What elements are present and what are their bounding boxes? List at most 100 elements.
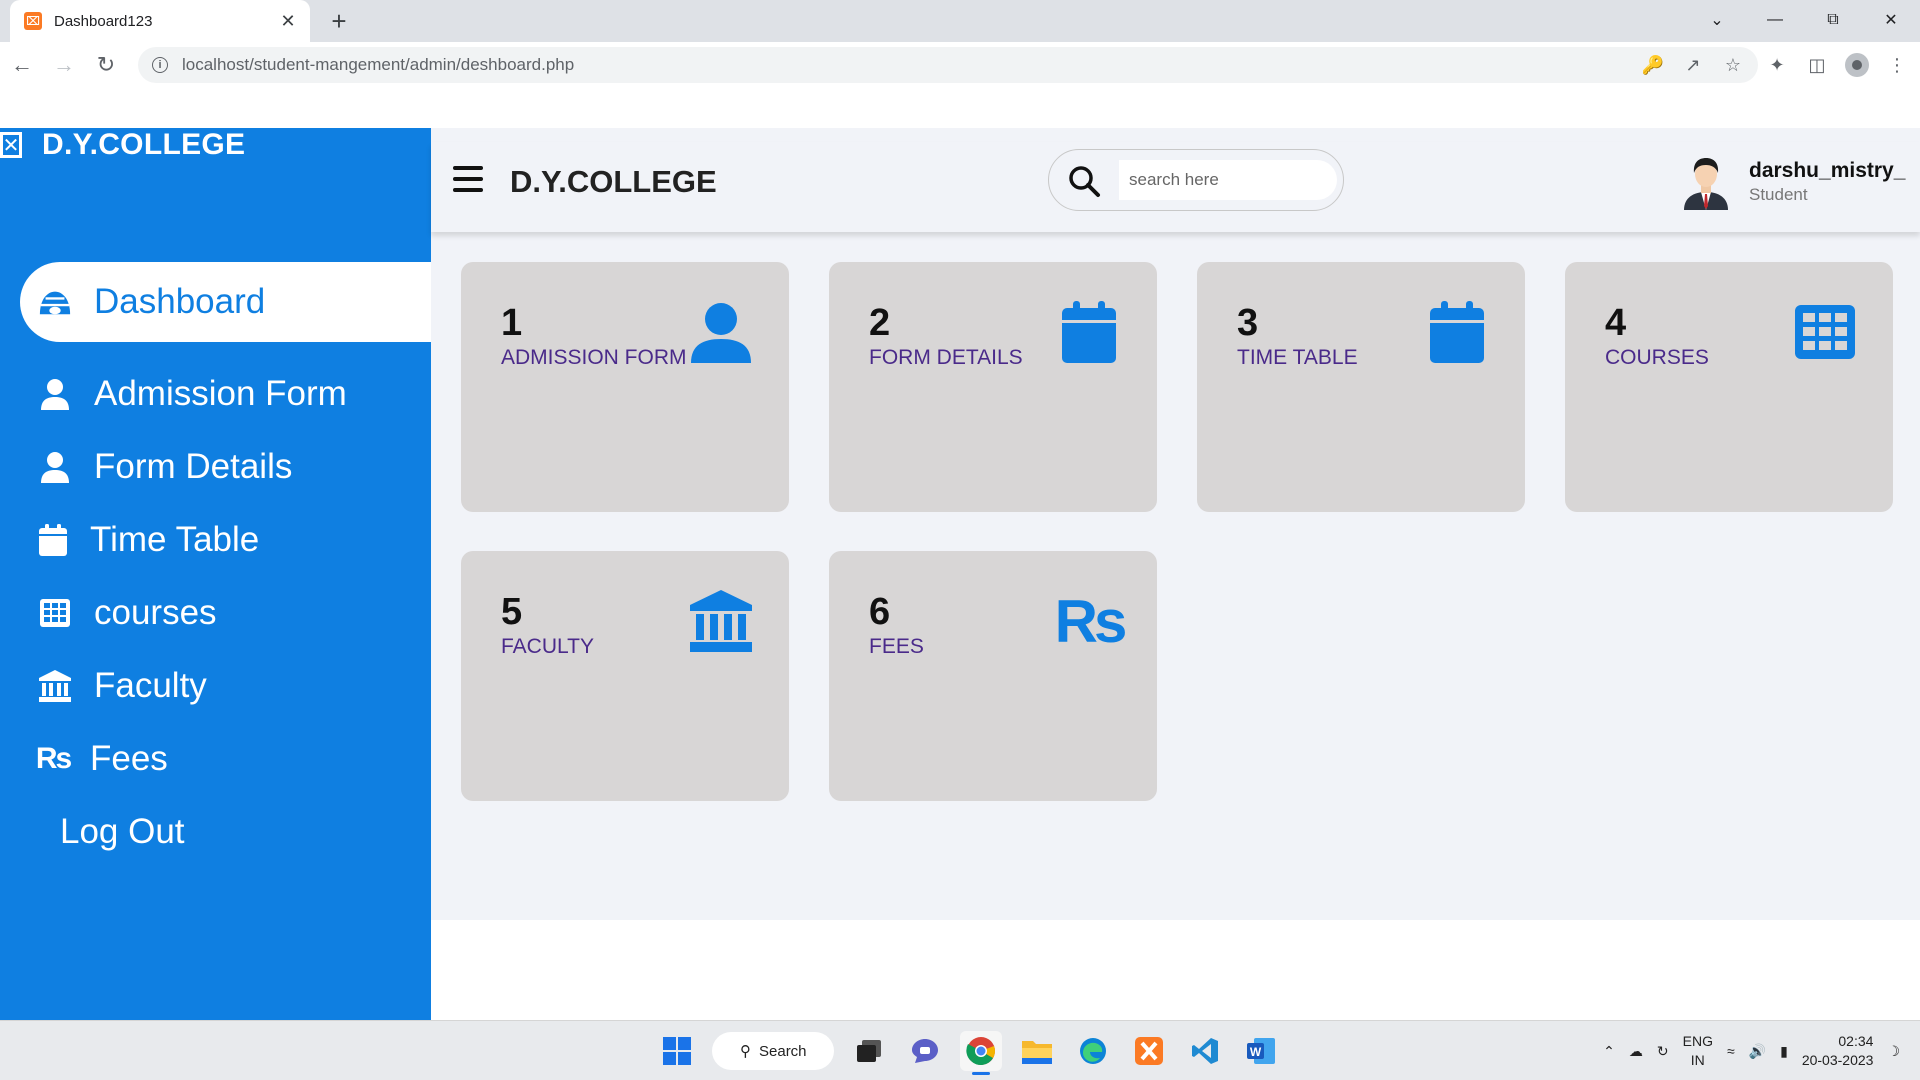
- taskbar-search-label: Search: [759, 1042, 807, 1060]
- sidebar-item-label: Dashboard: [94, 282, 266, 321]
- task-view-icon[interactable]: [848, 1031, 890, 1071]
- language-code: ENG: [1682, 1033, 1713, 1049]
- windows-start-icon[interactable]: [656, 1031, 698, 1071]
- share-icon[interactable]: ↗: [1682, 54, 1704, 76]
- card-number: 1: [501, 302, 523, 344]
- card-faculty[interactable]: 5 FACULTY: [461, 551, 789, 801]
- page-title: D.Y.COLLEGE: [510, 164, 717, 199]
- teams-chat-icon[interactable]: [904, 1031, 946, 1071]
- new-tab-button[interactable]: +: [325, 6, 353, 37]
- extensions-puzzle-icon[interactable]: ✦: [1764, 52, 1790, 78]
- menu-kebab-icon[interactable]: ⋮: [1884, 52, 1910, 78]
- card-label: ADMISSION FORM: [501, 346, 687, 369]
- card-label: FACULTY: [501, 635, 594, 658]
- search-box: [1048, 149, 1344, 211]
- bank-icon: [689, 589, 753, 653]
- close-window-button[interactable]: ✕: [1862, 0, 1920, 40]
- brand-logo-icon: ✕: [0, 132, 22, 158]
- tab-close-icon[interactable]: ✕: [278, 11, 298, 32]
- xampp-icon[interactable]: [1128, 1031, 1170, 1071]
- tab-title: Dashboard123: [54, 12, 153, 30]
- card-form-details[interactable]: 2 FORM DETAILS: [829, 262, 1157, 512]
- key-icon[interactable]: 🔑: [1642, 54, 1664, 76]
- sidebar-item-label: Time Table: [90, 520, 260, 559]
- search-input[interactable]: [1119, 160, 1337, 200]
- volume-icon[interactable]: 🔊: [1749, 1043, 1766, 1060]
- profile-icon[interactable]: [1844, 52, 1870, 78]
- card-number: 3: [1237, 302, 1259, 344]
- vscode-icon[interactable]: [1184, 1031, 1226, 1071]
- sidebar: ✕ D.Y.COLLEGE Dashboard Admission Form F…: [0, 128, 431, 1020]
- clock[interactable]: 02:34 20-03-2023: [1802, 1032, 1874, 1070]
- chevron-up-icon[interactable]: ⌃: [1603, 1043, 1615, 1060]
- wifi-icon[interactable]: ≈: [1727, 1043, 1735, 1059]
- url-text[interactable]: localhost/student-mangement/admin/deshbo…: [182, 55, 574, 75]
- brand-text: D.Y.COLLEGE: [42, 128, 246, 161]
- sidebar-item-time-table[interactable]: Time Table: [20, 500, 259, 580]
- onedrive-cloud-icon[interactable]: ☁: [1629, 1043, 1643, 1060]
- back-button[interactable]: ←: [2, 45, 42, 85]
- side-panel-icon[interactable]: ◫: [1804, 52, 1830, 78]
- user-profile[interactable]: darshu_mistry_ Student: [1681, 152, 1905, 212]
- edge-icon[interactable]: [1072, 1031, 1114, 1071]
- sidebar-item-faculty[interactable]: Faculty: [20, 646, 207, 726]
- battery-icon[interactable]: ▮: [1780, 1043, 1788, 1060]
- card-label: FORM DETAILS: [869, 346, 1023, 369]
- user-name: darshu_mistry_: [1749, 159, 1906, 182]
- card-courses[interactable]: 4 COURSES: [1565, 262, 1893, 512]
- reload-button[interactable]: ↻: [86, 45, 126, 85]
- site-info-icon[interactable]: i: [152, 57, 168, 73]
- bank-icon: [38, 669, 72, 703]
- minimize-button[interactable]: —: [1746, 0, 1804, 40]
- extension-area: ✦ ◫ ⋮: [1764, 42, 1910, 88]
- sidebar-item-label: Log Out: [60, 812, 185, 851]
- card-time-table[interactable]: 3 TIME TABLE: [1197, 262, 1525, 512]
- xampp-favicon-icon: ⌧: [24, 12, 42, 30]
- word-icon[interactable]: W: [1240, 1031, 1282, 1071]
- search-icon[interactable]: [1067, 164, 1101, 198]
- card-label: COURSES: [1605, 346, 1709, 369]
- calendar-icon: [1425, 300, 1489, 364]
- sidebar-item-label: Admission Form: [94, 374, 347, 413]
- igloo-icon: [38, 285, 72, 319]
- language-indicator[interactable]: ENG IN: [1683, 1032, 1713, 1070]
- card-number: 4: [1605, 302, 1627, 344]
- address-bar[interactable]: i localhost/student-mangement/admin/desh…: [138, 47, 1758, 83]
- moon-icon[interactable]: ☽: [1887, 1043, 1900, 1060]
- card-number: 6: [869, 591, 891, 633]
- sidebar-item-fees[interactable]: Rs Fees: [20, 719, 168, 799]
- card-label: TIME TABLE: [1237, 346, 1358, 369]
- browser-tab[interactable]: ⌧ Dashboard123 ✕: [10, 0, 310, 42]
- forward-button[interactable]: →: [44, 45, 84, 85]
- page: ✕ D.Y.COLLEGE Dashboard Admission Form F…: [0, 128, 1920, 1020]
- card-admission-form[interactable]: 1 ADMISSION FORM: [461, 262, 789, 512]
- tab-search-chevron-icon[interactable]: ⌄: [1688, 0, 1746, 40]
- sidebar-item-dashboard[interactable]: Dashboard: [20, 262, 431, 342]
- rupee-icon: Rs: [35, 742, 72, 775]
- region-code: IN: [1690, 1052, 1705, 1068]
- bookmark-star-icon[interactable]: ☆: [1722, 54, 1744, 76]
- card-number: 5: [501, 591, 523, 633]
- chrome-icon[interactable]: [960, 1031, 1002, 1075]
- sidebar-item-log-out[interactable]: Log Out: [20, 792, 185, 872]
- sidebar-item-label: courses: [94, 593, 217, 632]
- avatar: [1684, 158, 1728, 210]
- clock-date: 20-03-2023: [1801, 1052, 1874, 1068]
- sidebar-brand[interactable]: ✕ D.Y.COLLEGE: [0, 128, 245, 162]
- taskbar-search-button[interactable]: ⚲ Search: [712, 1032, 834, 1070]
- svg-text:W: W: [1250, 1045, 1262, 1059]
- card-fees[interactable]: 6 FEES Rs: [829, 551, 1157, 801]
- hamburger-menu-icon[interactable]: [453, 166, 483, 192]
- browser-tabstrip: ⌧ Dashboard123 ✕ + ⌄ — ⧉ ✕: [0, 0, 1920, 42]
- sidebar-item-label: Fees: [90, 739, 168, 778]
- file-explorer-icon[interactable]: [1016, 1031, 1058, 1071]
- card-label: FEES: [869, 635, 924, 658]
- sidebar-item-courses[interactable]: courses: [20, 573, 217, 653]
- window-controls: ⌄ — ⧉ ✕: [1688, 0, 1920, 42]
- sidebar-item-admission-form[interactable]: Admission Form: [20, 354, 347, 434]
- restore-button[interactable]: ⧉: [1804, 0, 1862, 40]
- clock-time: 02:34: [1838, 1033, 1874, 1049]
- calendar-icon: [36, 523, 70, 557]
- sync-icon[interactable]: ↻: [1657, 1043, 1669, 1060]
- sidebar-item-form-details[interactable]: Form Details: [20, 427, 292, 507]
